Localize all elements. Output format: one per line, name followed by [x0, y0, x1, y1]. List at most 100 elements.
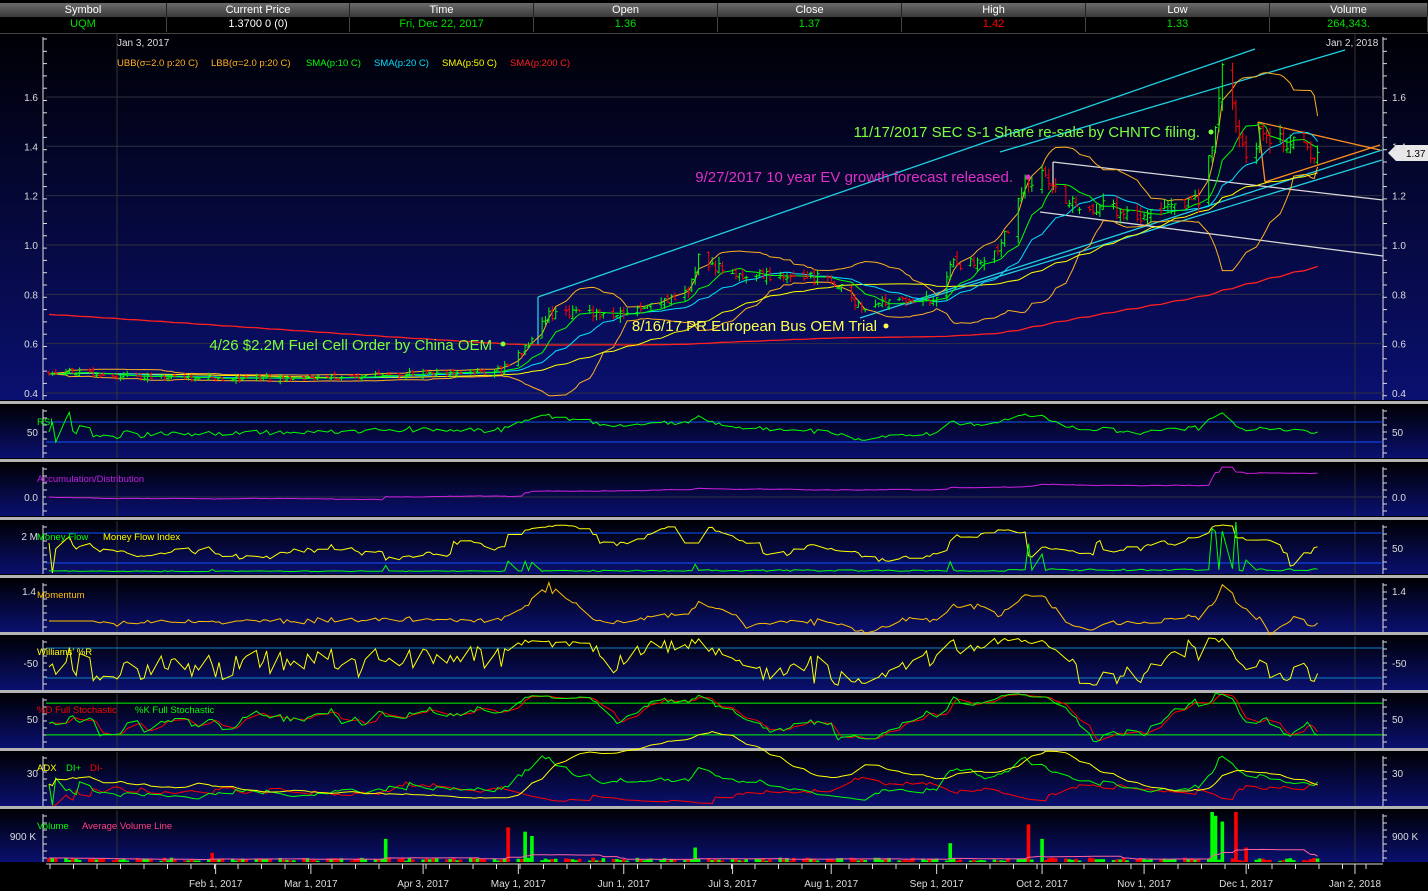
volume-bar[interactable]: [516, 858, 521, 862]
volume-bar[interactable]: [1067, 859, 1072, 862]
volume-bar[interactable]: [309, 860, 313, 862]
volume-bar[interactable]: [781, 859, 786, 862]
volume-bar[interactable]: [424, 858, 429, 862]
volume-bar[interactable]: [880, 859, 885, 862]
volume-bar[interactable]: [421, 859, 425, 862]
volume-bar[interactable]: [1077, 860, 1082, 862]
volume-bar[interactable]: [292, 860, 296, 862]
legend-sma200[interactable]: SMA(p:200 C): [510, 58, 570, 69]
volume-bar[interactable]: [349, 860, 354, 862]
volume-bar[interactable]: [472, 858, 476, 862]
volume-bar[interactable]: [577, 858, 582, 862]
volume-bar[interactable]: [826, 859, 830, 862]
volume-bar[interactable]: [570, 859, 575, 862]
volume-bar[interactable]: [193, 860, 198, 862]
volume-bar[interactable]: [234, 860, 238, 862]
volume-bar[interactable]: [166, 860, 170, 862]
volume-bar[interactable]: [955, 860, 959, 862]
volume-bar[interactable]: [672, 859, 677, 862]
annotation-fuel-cell[interactable]: 4/26 $2.2M Fuel Cell Order by China OEM: [209, 337, 492, 354]
volume-bar[interactable]: [1281, 860, 1286, 862]
volume-bar[interactable]: [547, 859, 551, 862]
volume-bar[interactable]: [1312, 858, 1316, 862]
volume-bar[interactable]: [169, 857, 174, 862]
panel-separator[interactable]: [0, 517, 1428, 520]
volume-bar[interactable]: [523, 831, 527, 862]
volume-bar[interactable]: [945, 860, 949, 862]
volume-bar[interactable]: [207, 859, 211, 862]
volume-bar[interactable]: [428, 859, 432, 862]
volume-bar[interactable]: [431, 857, 436, 862]
volume-bar[interactable]: [1098, 859, 1102, 862]
volume-bar[interactable]: [972, 859, 976, 862]
volume-bar[interactable]: [210, 852, 215, 862]
volume-bar[interactable]: [1278, 860, 1282, 862]
volume-bar[interactable]: [907, 860, 912, 862]
header-low[interactable]: Low: [1086, 3, 1270, 17]
volume-bar[interactable]: [587, 860, 592, 862]
volume-bar[interactable]: [968, 860, 973, 862]
volume-bar[interactable]: [1026, 824, 1031, 862]
volume-bar[interactable]: [1125, 860, 1129, 862]
volume-bar[interactable]: [805, 857, 810, 862]
volume-bar[interactable]: [1169, 859, 1174, 862]
volume-bar[interactable]: [553, 858, 558, 862]
volume-bar[interactable]: [601, 858, 606, 862]
volume-bar[interactable]: [411, 859, 415, 862]
volume-bar[interactable]: [1074, 858, 1078, 862]
volume-bar[interactable]: [1070, 859, 1075, 862]
volume-bar[interactable]: [1111, 859, 1116, 862]
volume-bar[interactable]: [91, 858, 95, 862]
volume-bar[interactable]: [455, 860, 459, 862]
volume-bar[interactable]: [1145, 860, 1150, 862]
volume-bar[interactable]: [1091, 858, 1095, 862]
volume-bar[interactable]: [67, 859, 72, 862]
volume-bar[interactable]: [458, 859, 463, 862]
volume-bar[interactable]: [1206, 859, 1211, 862]
volume-bar[interactable]: [526, 857, 531, 862]
volume-bar[interactable]: [353, 859, 357, 862]
volume-bar[interactable]: [360, 857, 364, 862]
volume-bar[interactable]: [77, 859, 82, 862]
volume-bar[interactable]: [1264, 859, 1269, 862]
volume-bar[interactable]: [87, 858, 92, 862]
volume-bar[interactable]: [1305, 860, 1310, 862]
volume-bar[interactable]: [764, 860, 769, 862]
volume-bar[interactable]: [931, 859, 936, 862]
volume-bar[interactable]: [1240, 860, 1245, 862]
volume-bar[interactable]: [696, 858, 701, 862]
volume-bar[interactable]: [1220, 821, 1225, 862]
volume-bar[interactable]: [434, 858, 439, 862]
volume-bar[interactable]: [475, 858, 480, 862]
volume-bar[interactable]: [1315, 858, 1320, 862]
volume-bar[interactable]: [829, 859, 834, 862]
volume-bar[interactable]: [139, 859, 143, 862]
header-time[interactable]: Time: [350, 3, 534, 17]
volume-bar[interactable]: [975, 860, 980, 862]
volume-bar[interactable]: [768, 859, 772, 862]
volume-bar[interactable]: [791, 857, 796, 862]
volume-bar[interactable]: [47, 857, 51, 862]
volume-bar[interactable]: [285, 859, 289, 862]
volume-bar[interactable]: [860, 859, 864, 862]
header-close[interactable]: Close: [718, 3, 902, 17]
volume-bar[interactable]: [213, 859, 218, 862]
volume-bar[interactable]: [900, 860, 905, 862]
header-symbol[interactable]: Symbol: [0, 3, 167, 17]
volume-bar[interactable]: [1193, 859, 1197, 862]
volume-bar[interactable]: [74, 859, 78, 862]
volume-bar[interactable]: [162, 857, 167, 862]
volume-bar[interactable]: [904, 859, 908, 862]
volume-bar[interactable]: [115, 859, 119, 862]
volume-bar[interactable]: [1288, 858, 1293, 862]
volume-bar[interactable]: [710, 860, 714, 862]
volume-bar[interactable]: [564, 858, 568, 862]
header-volume[interactable]: Volume: [1270, 3, 1428, 17]
volume-bar[interactable]: [856, 860, 861, 862]
volume-bar[interactable]: [1040, 838, 1044, 862]
volume-bar[interactable]: [404, 860, 408, 862]
stock-chart[interactable]: Jan 3, 2017 Jan 2, 2018 UBB(σ=2.0 p:20 C…: [0, 0, 1428, 891]
volume-bar[interactable]: [111, 860, 116, 862]
volume-bar[interactable]: [530, 836, 534, 862]
volume-bar[interactable]: [1254, 859, 1259, 862]
